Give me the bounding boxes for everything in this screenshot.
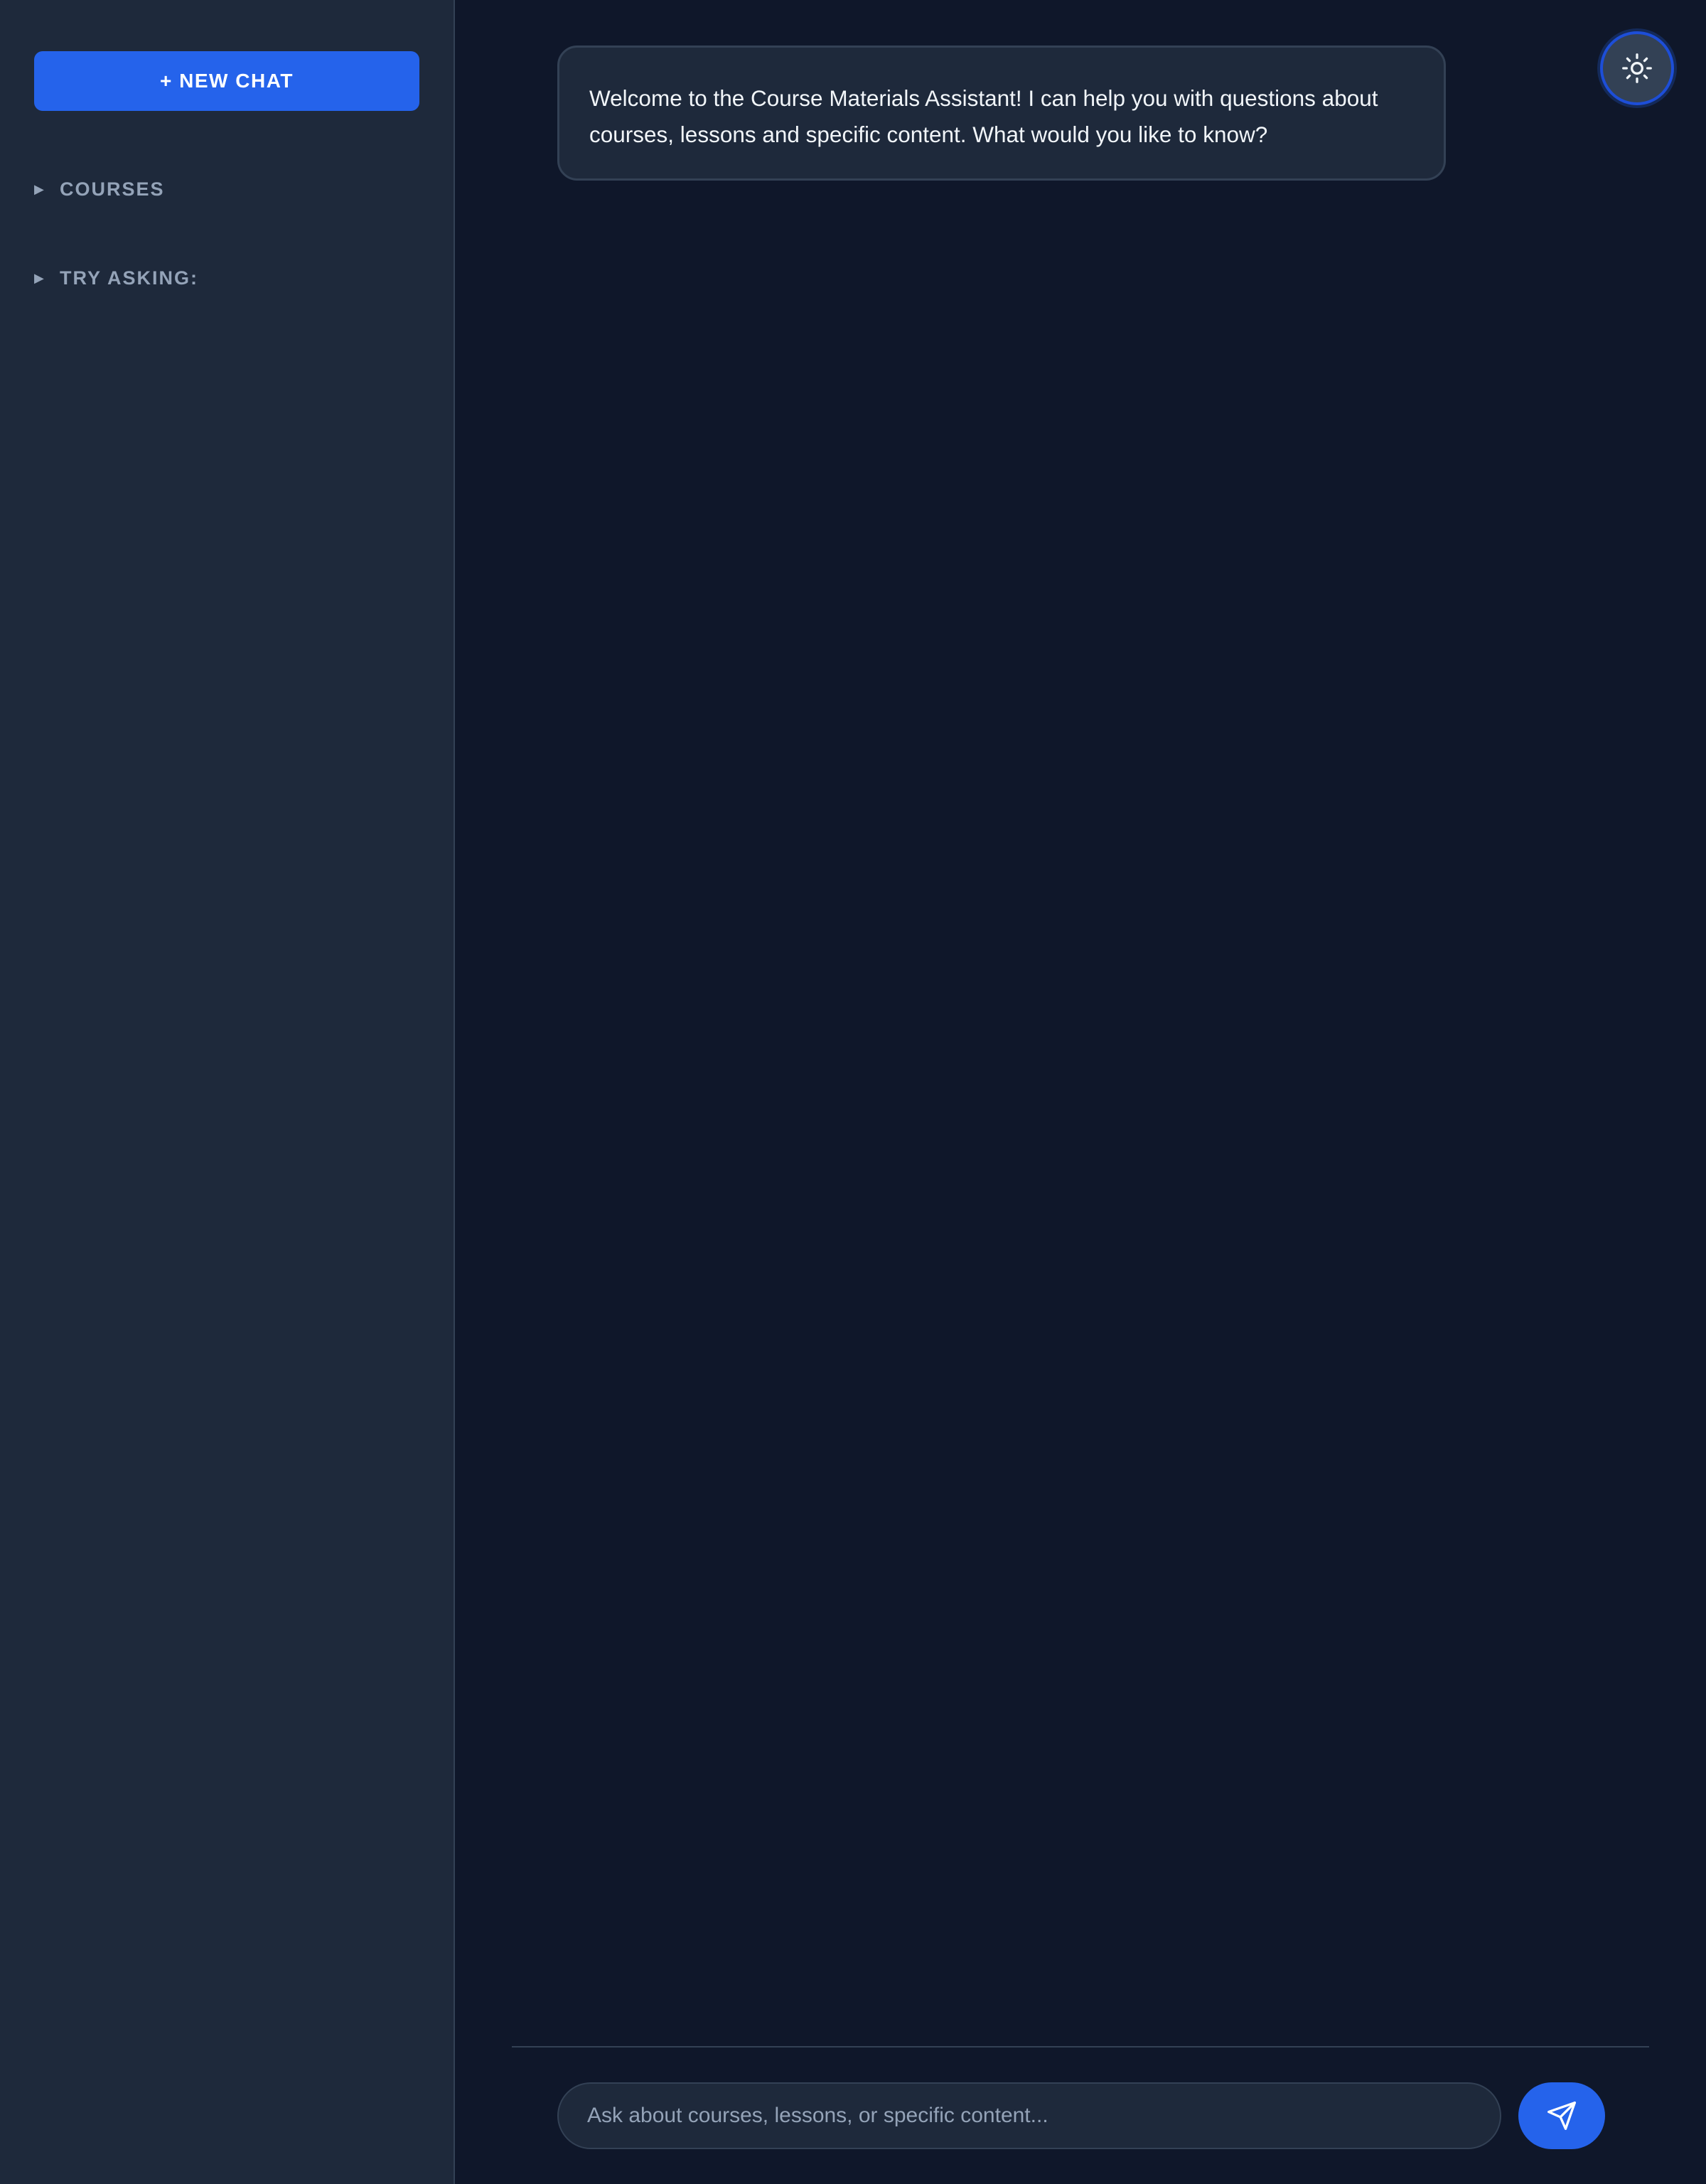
sidebar: + NEW CHAT ▶ COURSES ▶ TRY ASKING:	[0, 0, 455, 2184]
triangle-right-icon: ▶	[34, 270, 45, 285]
welcome-message: Welcome to the Course Materials Assistan…	[557, 46, 1446, 181]
app: + NEW CHAT ▶ COURSES ▶ TRY ASKING: Welco…	[0, 0, 1706, 2184]
new-chat-button[interactable]: + NEW CHAT	[34, 51, 419, 111]
try-asking-section-toggle[interactable]: ▶ TRY ASKING:	[34, 264, 198, 292]
courses-section-label: COURSES	[60, 178, 165, 200]
chat-input[interactable]	[557, 2082, 1501, 2149]
input-divider	[512, 2046, 1649, 2048]
send-icon	[1547, 2102, 1576, 2130]
courses-section-toggle[interactable]: ▶ COURSES	[34, 175, 165, 203]
send-button[interactable]	[1518, 2082, 1605, 2149]
sun-icon	[1622, 53, 1652, 83]
chat-area: Welcome to the Course Materials Assistan…	[456, 0, 1706, 2184]
triangle-right-icon: ▶	[34, 181, 45, 196]
theme-toggle-button[interactable]	[1600, 31, 1674, 105]
try-asking-section-label: TRY ASKING:	[60, 267, 199, 289]
